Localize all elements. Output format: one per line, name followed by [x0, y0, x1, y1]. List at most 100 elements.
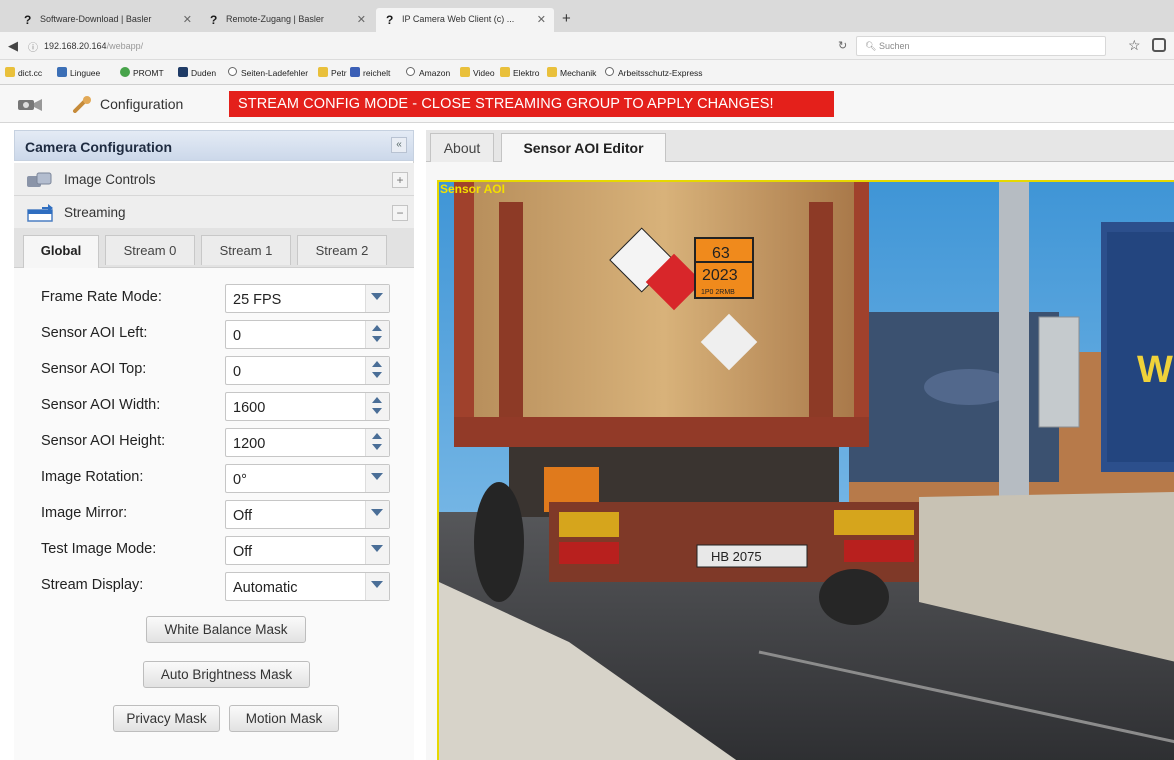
motion-mask-button[interactable]: Motion Mask — [229, 705, 339, 732]
spin-down-icon[interactable] — [372, 336, 382, 342]
chevron-down-icon — [371, 509, 383, 516]
tab-stream-0[interactable]: Stream 0 — [105, 235, 195, 265]
bookmark-promt[interactable]: PROMT — [120, 67, 164, 78]
spin-up-icon[interactable] — [372, 361, 382, 367]
bookmark-star-icon[interactable]: ☆ — [1128, 37, 1141, 54]
dropdown-button[interactable] — [365, 573, 389, 600]
bookmark-amazon[interactable]: Amazon — [406, 67, 450, 78]
tab-about[interactable]: About — [430, 133, 494, 162]
bookmark-label: Petr — [331, 68, 347, 78]
tail-light-right — [844, 540, 914, 562]
bookmark-petr[interactable]: Petr — [318, 67, 347, 78]
dropdown-button[interactable] — [365, 465, 389, 492]
duden-icon — [178, 67, 188, 77]
tab-stream-1[interactable]: Stream 1 — [201, 235, 291, 265]
field-value: 0° — [233, 472, 247, 488]
bookmark-mechanik[interactable]: Mechanik — [547, 67, 596, 78]
tail-light-left — [559, 542, 619, 564]
new-tab-button[interactable]: + — [562, 10, 571, 27]
sensor-aoi-top-input[interactable]: 0 — [225, 356, 390, 385]
dropdown-button[interactable] — [365, 537, 389, 564]
collapse-panel-button[interactable]: « — [391, 137, 407, 153]
frame-bottom-beam — [454, 417, 869, 447]
url-host: 192.168.20.164 — [44, 41, 107, 51]
browser-tab-label: IP Camera Web Client (c) ... — [402, 14, 515, 24]
folder-icon — [547, 67, 557, 77]
bookmark-duden[interactable]: Duden — [178, 67, 216, 78]
field-label: Sensor AOI Top: — [41, 361, 147, 377]
spin-down-icon[interactable] — [372, 408, 382, 414]
tab-global[interactable]: Global — [23, 235, 99, 268]
spinner-buttons[interactable] — [365, 321, 389, 348]
chevron-down-icon — [371, 473, 383, 480]
bookmark-seiten-ladefehler[interactable]: Seiten-Ladefehler — [228, 67, 308, 78]
collapse-icon[interactable]: − — [392, 205, 408, 221]
spin-up-icon[interactable] — [372, 397, 382, 403]
sensor-aoi-left-input[interactable]: 0 — [225, 320, 390, 349]
url-field[interactable]: 192.168.20.164/webapp/ — [44, 41, 143, 51]
search-field[interactable]: 🔍︎ Suchen — [856, 36, 1106, 56]
globe-icon — [605, 67, 614, 76]
dropdown-button[interactable] — [365, 285, 389, 312]
sensor-aoi-viewport[interactable]: W 63 2023 1P0 2RMB HB 2075 — [437, 180, 1174, 760]
expand-icon[interactable]: + — [392, 172, 408, 188]
promt-icon — [120, 67, 130, 77]
tab-sensor-aoi-editor[interactable]: Sensor AOI Editor — [501, 133, 666, 163]
chevron-down-icon — [371, 293, 383, 300]
reload-icon[interactable]: ↻ — [838, 39, 847, 52]
bookmark-arbeitsschutz[interactable]: Arbeitsschutz-Express — [605, 67, 703, 78]
spin-down-icon[interactable] — [372, 444, 382, 450]
frame-rate-select[interactable]: 25 FPS — [225, 284, 390, 313]
image-rotation-select[interactable]: 0° — [225, 464, 390, 493]
browser-tab-ip-camera[interactable]: ? IP Camera Web Client (c) ... ✕ — [376, 8, 554, 32]
wrench-icon[interactable] — [72, 95, 94, 113]
spin-up-icon[interactable] — [372, 325, 382, 331]
field-value: 1200 — [233, 436, 266, 452]
chevron-down-icon — [371, 581, 383, 588]
close-tab-icon[interactable]: ✕ — [183, 13, 192, 26]
back-icon[interactable]: ◀ — [8, 38, 18, 54]
section-streaming[interactable]: Streaming − — [14, 196, 414, 229]
site-info-icon[interactable]: ⓘ — [28, 39, 38, 54]
row-frame-rate-mode: Frame Rate Mode: 25 FPS — [14, 282, 414, 313]
spinner-buttons[interactable] — [365, 357, 389, 384]
auto-brightness-mask-button[interactable]: Auto Brightness Mask — [143, 661, 310, 688]
bookmark-linguee[interactable]: Linguee — [57, 67, 100, 78]
field-label: Frame Rate Mode: — [41, 289, 162, 305]
camera-icon[interactable] — [16, 94, 44, 114]
sensor-aoi-width-input[interactable]: 1600 — [225, 392, 390, 421]
bumper-panel-right — [834, 510, 914, 535]
folder-icon — [460, 67, 470, 77]
spinner-buttons[interactable] — [365, 429, 389, 456]
browser-tab-remote-zugang[interactable]: ? Remote-Zugang | Basler ✕ — [200, 8, 374, 32]
gantry-pole — [999, 182, 1029, 502]
app-header: Configuration STREAM CONFIG MODE - CLOSE… — [0, 85, 1174, 123]
close-tab-icon[interactable]: ✕ — [357, 13, 366, 26]
spin-up-icon[interactable] — [372, 433, 382, 439]
section-image-controls[interactable]: Image Controls + — [14, 163, 414, 196]
browser-tab-software-download[interactable]: ? Software-Download | Basler ✕ — [14, 8, 200, 32]
library-icon[interactable] — [1152, 38, 1166, 52]
browser-tab-label: Software-Download | Basler — [40, 14, 152, 24]
row-sensor-aoi-top: Sensor AOI Top: 0 — [14, 354, 414, 385]
panel-title: Camera Configuration — [25, 139, 173, 155]
dropdown-button[interactable] — [365, 501, 389, 528]
sensor-aoi-height-input[interactable]: 1200 — [225, 428, 390, 457]
configuration-label[interactable]: Configuration — [100, 96, 183, 112]
tab-stream-2[interactable]: Stream 2 — [297, 235, 387, 265]
basler-favicon: ? — [386, 13, 394, 27]
bookmark-elektro[interactable]: Elektro — [500, 67, 539, 78]
spin-down-icon[interactable] — [372, 372, 382, 378]
close-tab-icon[interactable]: ✕ — [537, 13, 546, 26]
row-sensor-aoi-left: Sensor AOI Left: 0 — [14, 318, 414, 349]
image-controls-icon — [27, 172, 52, 187]
white-balance-mask-button[interactable]: White Balance Mask — [146, 616, 306, 643]
stream-display-select[interactable]: Automatic — [225, 572, 390, 601]
bookmark-dict[interactable]: dict.cc — [5, 67, 42, 78]
image-mirror-select[interactable]: Off — [225, 500, 390, 529]
bookmark-video[interactable]: Video — [460, 67, 495, 78]
bookmark-reichelt[interactable]: reichelt — [350, 67, 390, 78]
spinner-buttons[interactable] — [365, 393, 389, 420]
test-image-mode-select[interactable]: Off — [225, 536, 390, 565]
privacy-mask-button[interactable]: Privacy Mask — [113, 705, 220, 732]
